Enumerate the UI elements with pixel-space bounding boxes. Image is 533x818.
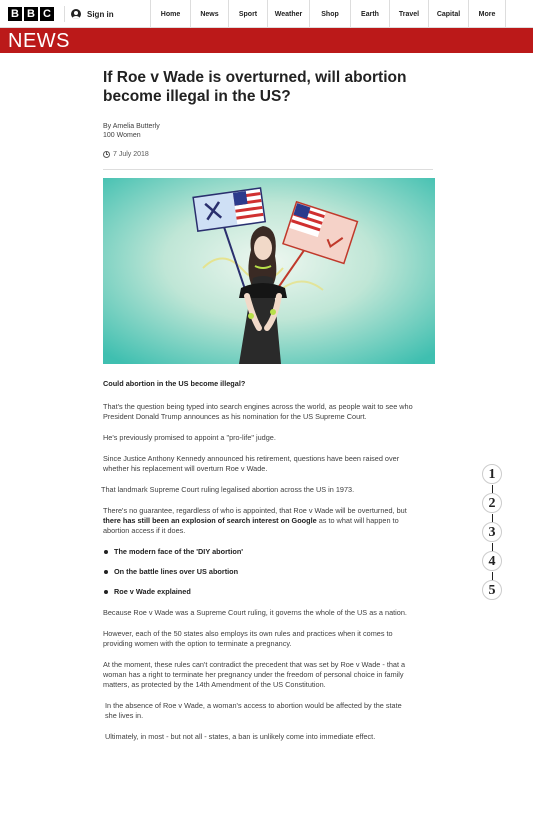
illustration-woman-with-flags — [103, 178, 435, 364]
logo-letter: B — [8, 7, 22, 21]
crosshead: Could abortion in the US become illegal? — [103, 379, 246, 388]
paragraph: Because Roe v Wade was a Supreme Court r… — [103, 608, 407, 617]
news-logo[interactable]: NEWS — [8, 30, 70, 53]
paragraph: That's the question being typed into sea… — [103, 402, 413, 421]
paragraph: That landmark Supreme Court ruling legal… — [101, 485, 355, 494]
step-5[interactable]: 5 — [482, 580, 502, 600]
author-name: By Amelia Butterly — [103, 123, 160, 130]
byline: By Amelia Butterly 100 Women — [103, 122, 436, 140]
user-icon — [71, 9, 81, 19]
paragraph: There's no guarantee, regardless of who … — [103, 506, 413, 536]
news-banner: NEWS — [0, 28, 533, 53]
nav-link-shop[interactable]: Shop — [309, 0, 350, 28]
related-link-diy-abortion[interactable]: The modern face of the 'DIY abortion' — [103, 547, 413, 557]
logo-letter: C — [40, 7, 54, 21]
nav-link-capital[interactable]: Capital — [428, 0, 468, 28]
top-navigation: B B C Sign in Home News Sport Weather Sh… — [0, 0, 533, 28]
nav-link-earth[interactable]: Earth — [350, 0, 389, 28]
bbc-logo[interactable]: B B C — [8, 7, 54, 21]
sign-in-label: Sign in — [87, 9, 114, 19]
related-links: The modern face of the 'DIY abortion' On… — [103, 547, 413, 597]
google-search-link[interactable]: there has still been an explosion of sea… — [103, 516, 317, 525]
logo-letter: B — [24, 7, 38, 21]
paragraph: Ultimately, in most - but not all - stat… — [105, 732, 376, 741]
paragraph: Since Justice Anthony Kennedy announced … — [103, 454, 400, 473]
paragraph: In the absence of Roe v Wade, a woman's … — [105, 701, 402, 720]
nav-link-travel[interactable]: Travel — [389, 0, 428, 28]
publish-date: 7 July 2018 — [103, 151, 433, 170]
paragraph: He's previously promised to appoint a "p… — [103, 433, 276, 442]
hero-illustration — [103, 178, 435, 364]
step-1[interactable]: 1 — [482, 464, 502, 494]
paragraph: At the moment, these rules can't contrad… — [103, 660, 406, 689]
nav-link-more[interactable]: More — [468, 0, 506, 28]
paragraph: However, each of the 50 states also empl… — [103, 629, 393, 648]
author-section: 100 Women — [103, 132, 141, 139]
nav-links: Home News Sport Weather Shop Earth Trave… — [150, 0, 506, 28]
nav-link-weather[interactable]: Weather — [267, 0, 309, 28]
step-4[interactable]: 4 — [482, 551, 502, 581]
step-indicator: 1 2 3 4 5 — [482, 464, 504, 609]
step-3[interactable]: 3 — [482, 522, 502, 552]
article-header: If Roe v Wade is overturned, will aborti… — [103, 68, 436, 170]
article-headline: If Roe v Wade is overturned, will aborti… — [103, 69, 407, 105]
nav-link-news[interactable]: News — [190, 0, 228, 28]
step-2[interactable]: 2 — [482, 493, 502, 523]
clock-icon — [103, 151, 110, 158]
related-link-roe-explained[interactable]: Roe v Wade explained — [103, 587, 413, 597]
date-text: 7 July 2018 — [113, 151, 149, 158]
nav-link-home[interactable]: Home — [150, 0, 190, 28]
article-body: Could abortion in the US become illegal?… — [101, 379, 413, 753]
related-link-battle-lines[interactable]: On the battle lines over US abortion — [103, 567, 413, 577]
paragraph-text: There's no guarantee, regardless of who … — [103, 506, 407, 515]
sign-in-button[interactable]: Sign in — [64, 6, 124, 22]
nav-link-sport[interactable]: Sport — [228, 0, 267, 28]
